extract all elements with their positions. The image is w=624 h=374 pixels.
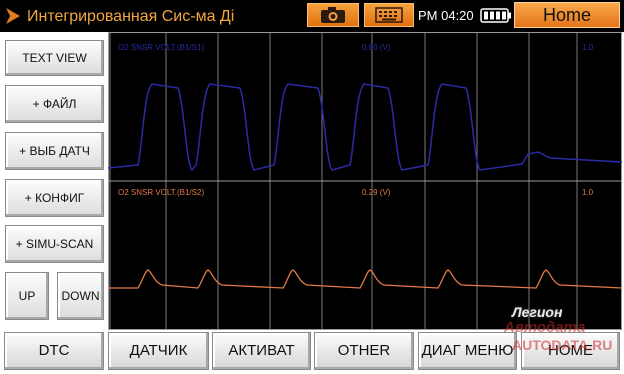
up-button[interactable]: UP [5,272,49,320]
title-bar: Интегрированная Сис-ма Ді PM 04:20 Home [0,0,624,32]
top-sensor-value: 0.80 (V) [362,43,391,52]
camera-icon [321,7,345,23]
sensor-button[interactable]: ДАТЧИК [108,332,209,370]
home-button[interactable]: HOME [521,332,620,370]
top-sensor-waveform [108,83,622,172]
select-sensor-button[interactable]: + ВЫБ ДАТЧ [5,132,104,170]
other-button[interactable]: OTHER [314,332,414,370]
simu-scan-button[interactable]: + SIMU-SCAN [5,225,104,263]
activate-button[interactable]: АКТИВАТ [212,332,311,370]
keyboard-icon [375,7,403,23]
sensor-graph-panel: O2 SNSR VOLT.(B1/S1) 0.80 (V) 1.0 O2 SNS… [108,32,622,330]
bottom-sensor-value: 0.29 (V) [362,188,391,197]
battery-icon [480,8,511,23]
bottom-sensor-waveform [108,269,622,289]
top-sensor-max: 1.0 [582,43,594,52]
file-button[interactable]: + ФАЙЛ [5,85,104,123]
dtc-button[interactable]: DTC [4,332,104,370]
down-button[interactable]: DOWN [57,272,104,320]
top-sensor-name: O2 SNSR VOLT.(B1/S1) [118,43,205,52]
app-title: Интегрированная Сис-ма Ді [27,8,235,25]
config-button[interactable]: + КОНФИГ [5,179,104,217]
app-logo-icon [6,8,20,24]
camera-button[interactable] [307,3,359,27]
clock: PM 04:20 [418,8,474,23]
keyboard-button[interactable] [364,3,414,27]
sensor-graph [108,32,622,330]
bottom-sensor-max: 1.0 [582,188,594,197]
diag-menu-button[interactable]: ДИАГ МЕНЮ [418,332,517,370]
bottom-sensor-name: O2 SNSR VOLT.(B1/S2) [118,188,205,197]
home-button-top[interactable]: Home [514,2,620,28]
text-view-button[interactable]: TEXT VIEW [5,40,104,76]
